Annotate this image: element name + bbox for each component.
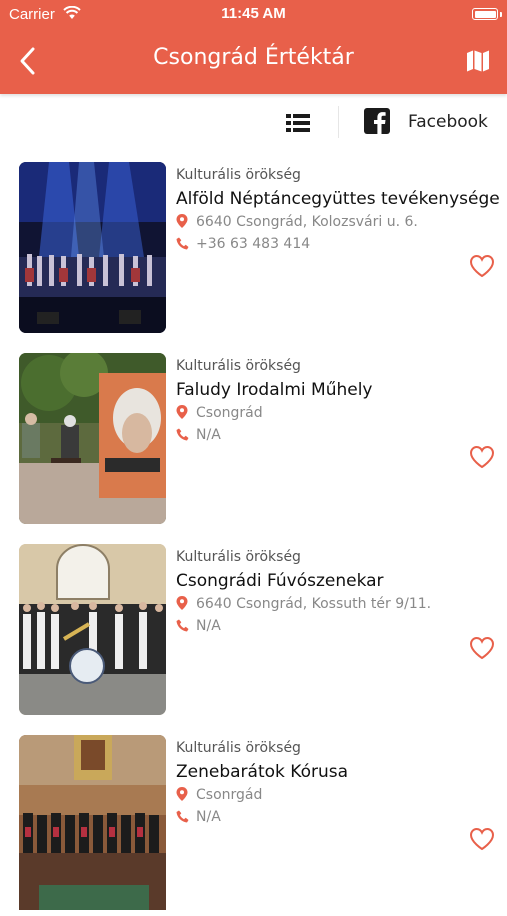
heart-icon xyxy=(469,827,495,855)
item-address: 6640 Csongrád, Kolozsvári u. 6. xyxy=(176,214,418,232)
item-address-text: Csongrád xyxy=(196,405,263,421)
facebook-icon xyxy=(364,108,390,134)
item-title: Faludy Irodalmi Műhely xyxy=(176,380,373,400)
item-category: Kulturális örökség xyxy=(176,358,301,374)
list-item[interactable]: Kulturális örökség Zenebarátok Kórusa Cs… xyxy=(0,725,507,916)
item-phone: N/A xyxy=(176,427,221,445)
item-phone: N/A xyxy=(176,618,221,636)
favorite-button[interactable] xyxy=(469,636,495,660)
heart-icon xyxy=(469,445,495,473)
item-photo xyxy=(19,735,166,910)
item-phone: +36 63 483 414 xyxy=(176,236,310,254)
facebook-label: Facebook xyxy=(408,112,488,132)
item-title: Zenebarátok Kórusa xyxy=(176,762,349,782)
item-title: Csongrádi Fúvószenekar xyxy=(176,571,384,591)
location-pin-icon xyxy=(176,405,190,423)
item-category: Kulturális örökség xyxy=(176,549,301,565)
item-category: Kulturális örökség xyxy=(176,167,301,183)
battery-icon xyxy=(472,8,498,20)
item-phone-text: +36 63 483 414 xyxy=(196,236,311,252)
item-photo xyxy=(19,544,166,715)
item-address-text: 6640 Csongrád, Kolozsvári u. 6. xyxy=(196,214,418,230)
favorite-button[interactable] xyxy=(469,445,495,469)
status-time: 11:45 AM xyxy=(221,5,286,22)
location-pin-icon xyxy=(176,596,190,614)
phone-icon xyxy=(176,619,190,636)
status-bar: Carrier 11:45 AM xyxy=(0,0,507,28)
location-pin-icon xyxy=(176,214,190,232)
item-phone-text: N/A xyxy=(196,618,221,634)
item-category: Kulturális örökség xyxy=(176,740,301,756)
heart-icon xyxy=(469,636,495,664)
list-view-button[interactable] xyxy=(286,113,312,133)
item-address: Csonrgád xyxy=(176,787,262,805)
list-item[interactable]: Kulturális örökség Faludy Irodalmi Műhel… xyxy=(0,343,507,534)
heart-icon xyxy=(469,254,495,282)
toolbar-divider xyxy=(338,106,339,138)
item-photo xyxy=(19,162,166,333)
map-button[interactable] xyxy=(465,48,491,74)
item-phone-text: N/A xyxy=(196,427,221,443)
facebook-button[interactable]: Facebook xyxy=(364,108,494,138)
list-item[interactable]: Kulturális örökség Alföld Néptáncegyütte… xyxy=(0,152,507,343)
phone-icon xyxy=(176,237,190,254)
map-icon xyxy=(465,50,491,78)
item-title: Alföld Néptáncegyüttes tevékenysége xyxy=(176,189,500,209)
item-phone-text: N/A xyxy=(196,809,221,825)
item-phone: N/A xyxy=(176,809,221,827)
item-address-text: 6640 Csongrád, Kossuth tér 9/11. xyxy=(196,596,432,612)
phone-icon xyxy=(176,810,190,827)
list-item[interactable]: Kulturális örökség Csongrádi Fúvószeneka… xyxy=(0,534,507,725)
phone-icon xyxy=(176,428,190,445)
list-icon xyxy=(286,114,312,137)
item-address: 6640 Csongrád, Kossuth tér 9/11. xyxy=(176,596,431,614)
item-address-text: Csonrgád xyxy=(196,787,263,803)
location-pin-icon xyxy=(176,787,190,805)
page-title: Csongrád Értéktár xyxy=(153,45,354,70)
nav-header: Carrier 11:45 AM Csongrád Értéktár xyxy=(0,0,507,94)
favorite-button[interactable] xyxy=(469,254,495,278)
favorite-button[interactable] xyxy=(469,827,495,851)
item-photo xyxy=(19,353,166,524)
item-address: Csongrád xyxy=(176,405,263,423)
